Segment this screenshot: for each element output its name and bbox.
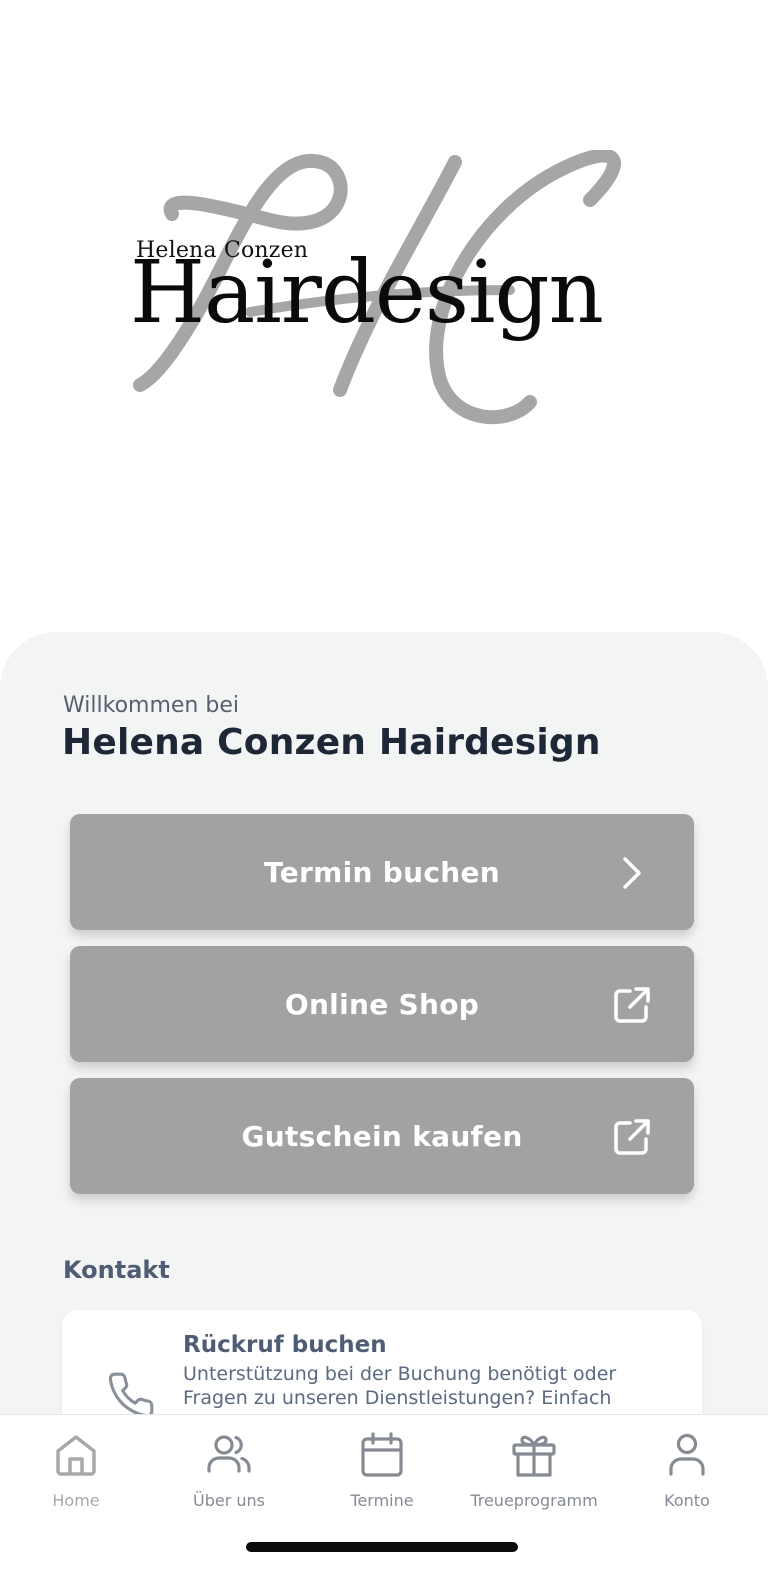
online-shop-label: Online Shop [284,987,480,1021]
home-indicator [246,1542,518,1552]
tab-about-us-label: Über uns [193,1491,265,1510]
tab-home[interactable]: Home [1,1429,151,1519]
buy-voucher-button[interactable]: Gutschein kaufen [70,1078,694,1194]
contact-section-title: Kontakt [63,1256,170,1284]
tab-home-label: Home [52,1491,100,1510]
chevron-right-icon [623,857,641,889]
phone-icon [108,1372,154,1418]
app-screen: Helena Conzen Hairdesign Willkommen bei … [0,0,768,1576]
tab-account-label: Konto [664,1491,710,1510]
welcome-subtitle: Willkommen bei [63,693,239,718]
gift-icon [512,1435,556,1477]
logo-title: Hairdesign [130,243,604,343]
tab-account[interactable]: Konto [612,1429,762,1519]
brand-logo: Helena Conzen Hairdesign [120,150,650,440]
book-appointment-button[interactable]: Termin buchen [70,814,694,930]
callback-title: Rückruf buchen [183,1332,387,1358]
tab-appointments-label: Termine [350,1491,414,1510]
external-link-icon [614,987,650,1023]
home-icon [56,1435,96,1476]
buy-voucher-label: Gutschein kaufen [241,1119,523,1153]
book-appointment-label: Termin buchen [264,855,500,889]
tab-loyalty-program-label: Treueprogramm [470,1491,598,1510]
tab-loyalty-program[interactable]: Treueprogramm [459,1429,609,1519]
external-link-icon [614,1119,650,1155]
online-shop-button[interactable]: Online Shop [70,946,694,1062]
user-icon [669,1433,705,1476]
calendar-icon [361,1432,403,1477]
tab-appointments[interactable]: Termine [307,1429,457,1519]
tab-about-us[interactable]: Über uns [154,1429,304,1519]
welcome-title: Helena Conzen Hairdesign [62,722,601,763]
users-icon [207,1435,251,1473]
